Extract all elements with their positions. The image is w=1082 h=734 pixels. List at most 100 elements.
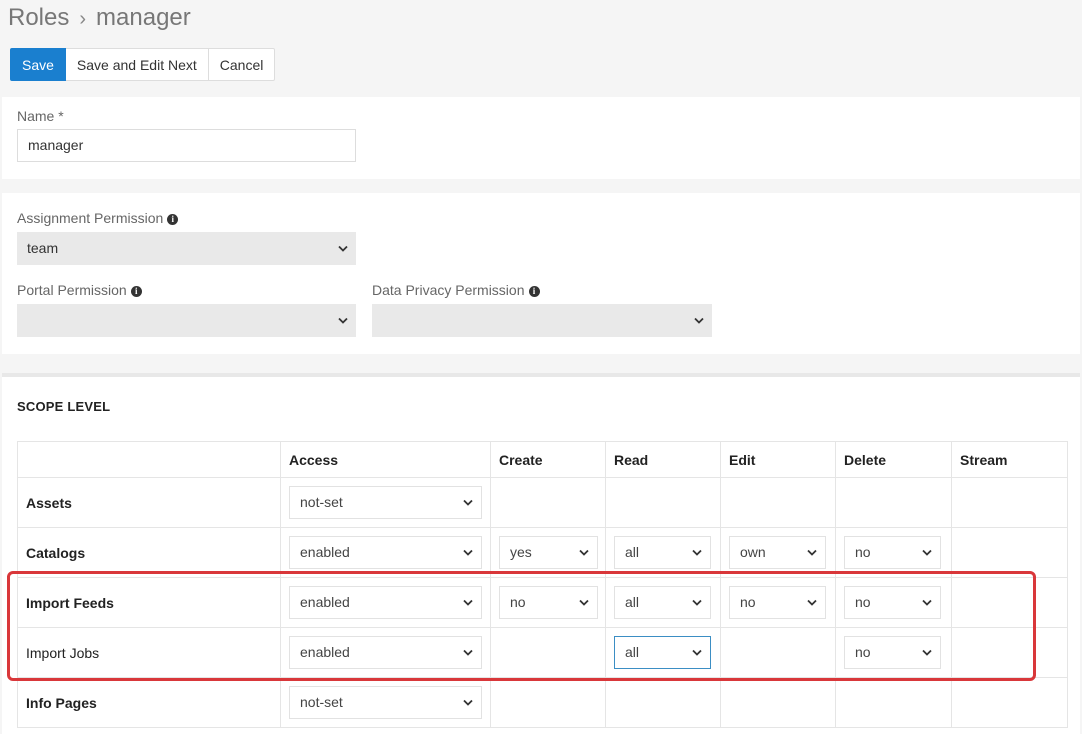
access-select[interactable]: enabled xyxy=(289,636,482,669)
column-header-delete: Delete xyxy=(835,441,952,478)
cell-access: not-set xyxy=(280,477,491,528)
action-toolbar: Save Save and Edit Next Cancel xyxy=(10,48,276,81)
cell-create xyxy=(490,627,606,678)
chevron-down-icon xyxy=(338,232,348,265)
chevron-down-icon xyxy=(579,537,589,568)
breadcrumb: Roles › manager xyxy=(8,4,191,32)
read-select[interactable]: all xyxy=(614,586,711,619)
chevron-down-icon xyxy=(922,537,932,568)
create-select[interactable]: no xyxy=(499,586,598,619)
row-label: Import Jobs xyxy=(17,627,281,678)
data-privacy-permission-select[interactable] xyxy=(372,304,712,337)
chevron-down-icon xyxy=(463,537,473,568)
scope-level-panel: SCOPE LEVEL Access Create Read Edit Delete St… xyxy=(2,373,1080,734)
edit-select[interactable]: no xyxy=(729,586,826,619)
cell-edit xyxy=(720,677,836,728)
cell-read xyxy=(605,477,721,528)
column-header-stream: Stream xyxy=(951,441,1068,478)
chevron-down-icon xyxy=(692,537,702,568)
chevron-down-icon xyxy=(692,637,702,668)
save-button[interactable]: Save xyxy=(10,48,66,81)
permissions-panel: Assignment Permission i team Portal Permi… xyxy=(2,193,1080,354)
info-icon[interactable]: i xyxy=(528,286,540,297)
assignment-permission-label: Assignment Permission i xyxy=(17,210,179,226)
read-select[interactable]: all xyxy=(614,536,711,569)
access-select-value: enabled xyxy=(300,644,350,660)
portal-permission-label: Portal Permission i xyxy=(17,282,142,298)
edit-select-value: own xyxy=(740,544,766,560)
read-select-value: all xyxy=(625,644,640,660)
access-select-value: not-set xyxy=(300,494,343,510)
cell-create: yes xyxy=(490,527,606,578)
cell-delete: no xyxy=(835,627,952,678)
cell-stream xyxy=(951,527,1068,578)
chevron-down-icon xyxy=(463,587,473,618)
delete-select-value: no xyxy=(855,644,871,660)
table-row: Import Jobs enabled all no xyxy=(17,627,1068,678)
cell-create: no xyxy=(490,577,606,628)
access-select-value: not-set xyxy=(300,694,343,710)
delete-select[interactable]: no xyxy=(844,536,941,569)
cell-stream xyxy=(951,577,1068,628)
delete-select[interactable]: no xyxy=(844,636,941,669)
cell-stream xyxy=(951,627,1068,678)
cell-delete xyxy=(835,677,952,728)
chevron-down-icon xyxy=(463,637,473,668)
save-and-edit-next-button[interactable]: Save and Edit Next xyxy=(65,48,209,81)
cell-read xyxy=(605,677,721,728)
chevron-down-icon xyxy=(922,587,932,618)
edit-select-value: no xyxy=(740,594,756,610)
chevron-down-icon xyxy=(694,304,704,337)
row-label: Info Pages xyxy=(17,677,281,728)
column-header-edit: Edit xyxy=(720,441,836,478)
breadcrumb-parent-link[interactable]: Roles xyxy=(8,4,69,31)
page-title: manager xyxy=(96,4,191,31)
chevron-down-icon xyxy=(807,587,817,618)
data-privacy-permission-label: Data Privacy Permission i xyxy=(372,282,540,298)
chevron-down-icon xyxy=(579,587,589,618)
table-row: Assets not-set xyxy=(17,477,1068,528)
chevron-down-icon xyxy=(922,637,932,668)
row-label: Import Feeds xyxy=(17,577,281,628)
breadcrumb-separator: › xyxy=(79,8,87,30)
row-label: Catalogs xyxy=(17,527,281,578)
create-select-value: yes xyxy=(510,544,532,560)
row-label: Assets xyxy=(17,477,281,528)
read-select-value: all xyxy=(625,544,640,560)
access-select-value: enabled xyxy=(300,544,350,560)
cell-delete: no xyxy=(835,577,952,628)
delete-select-value: no xyxy=(855,594,871,610)
cell-access: enabled xyxy=(280,527,491,578)
read-select[interactable]: all xyxy=(614,636,711,669)
name-input[interactable]: manager xyxy=(17,129,356,162)
portal-permission-select[interactable] xyxy=(17,304,356,337)
table-row: Import Feeds enabled no all no no xyxy=(17,577,1068,628)
cancel-button[interactable]: Cancel xyxy=(208,48,276,81)
table-row: Catalogs enabled yes all own no xyxy=(17,527,1068,578)
cell-delete: no xyxy=(835,527,952,578)
access-select[interactable]: not-set xyxy=(289,486,482,519)
chevron-down-icon xyxy=(692,587,702,618)
delete-select[interactable]: no xyxy=(844,586,941,619)
assignment-permission-select[interactable]: team xyxy=(17,232,356,265)
create-select[interactable]: yes xyxy=(499,536,598,569)
delete-select-value: no xyxy=(855,544,871,560)
access-select[interactable]: enabled xyxy=(289,536,482,569)
cell-create xyxy=(490,677,606,728)
chevron-down-icon xyxy=(338,304,348,337)
info-icon[interactable]: i xyxy=(167,214,179,225)
access-select-value: enabled xyxy=(300,594,350,610)
edit-select[interactable]: own xyxy=(729,536,826,569)
cell-read: all xyxy=(605,527,721,578)
info-icon[interactable]: i xyxy=(130,286,142,297)
cell-read: all xyxy=(605,627,721,678)
create-select-value: no xyxy=(510,594,526,610)
cell-stream xyxy=(951,677,1068,728)
read-select-value: all xyxy=(625,594,640,610)
column-header-read: Read xyxy=(605,441,721,478)
chevron-down-icon xyxy=(807,537,817,568)
access-select[interactable]: enabled xyxy=(289,586,482,619)
column-header-create: Create xyxy=(490,441,606,478)
cell-read: all xyxy=(605,577,721,628)
access-select[interactable]: not-set xyxy=(289,686,482,719)
